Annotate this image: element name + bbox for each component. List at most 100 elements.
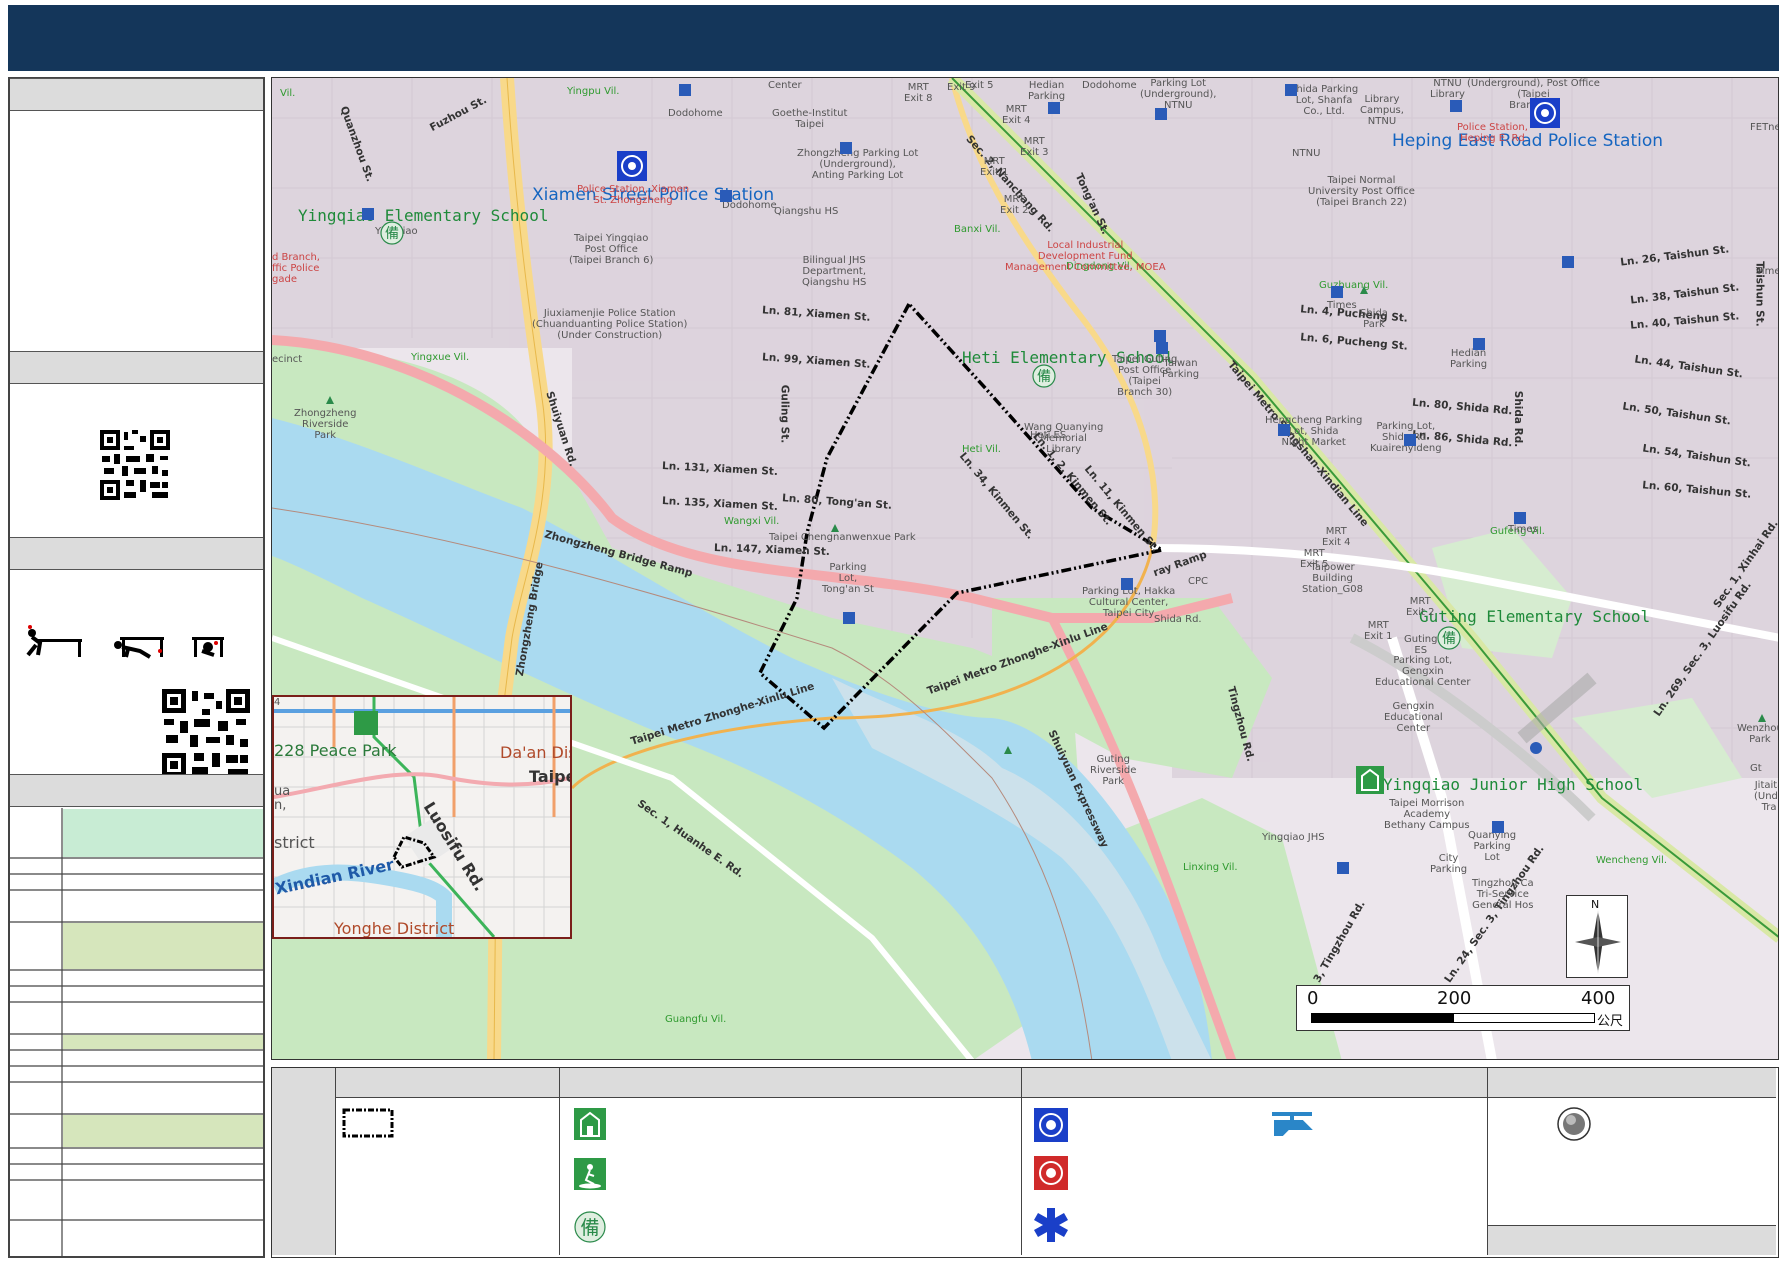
label-police-xiamen-small: Police Station, Xiamen St. Zhongzheng — [577, 184, 690, 206]
label-center: Center — [768, 80, 802, 91]
inset-taipei: Taipei — [529, 767, 570, 786]
label-mrt-exit-4: MRT Exit 4 — [1002, 104, 1031, 126]
legend-footer-cell — [1488, 1225, 1776, 1255]
label-times-1: Times — [1327, 300, 1357, 311]
section-header-1 — [10, 78, 263, 111]
legend-panel: 備 — [271, 1067, 1779, 1258]
label-cpc: CPC — [1188, 576, 1208, 587]
table-cell-olive — [63, 1035, 263, 1049]
label-yingpu: Yingpu Vil. — [567, 86, 620, 97]
inset-corner-label: 4 — [274, 697, 281, 708]
label-times-2: Times — [1756, 266, 1778, 277]
label-banxi: Banxi Vil. — [954, 224, 1001, 235]
legend-col-services — [1022, 1068, 1488, 1255]
label-guting-es: Guting Elementary School — [1419, 607, 1651, 626]
label-vil: Vil. — [280, 88, 296, 99]
label-goethe: Goethe-Institut Taipei — [772, 108, 848, 130]
inset-daan: Da'an Dis — [500, 743, 572, 762]
label-mrt-exit-8: MRT Exit 8 — [904, 82, 933, 104]
label-mrt-exit-1: MRT Exit 1 — [980, 156, 1009, 178]
label-branch: d Branch, ffic Police gade — [272, 252, 320, 285]
label-local-industrial: Local Industrial Development Fund Manage… — [1005, 240, 1166, 273]
section-header-2 — [10, 351, 263, 384]
label-mrt-g-exit4: MRT Exit 4 — [1322, 526, 1351, 548]
label-yingqiao-jhs-small: Yingqiao JHS — [1262, 832, 1325, 843]
label-parking-under: Parking Lot (Underground), NTNU — [1140, 78, 1217, 111]
qr-code-icon[interactable] — [10, 385, 263, 537]
label-library: Library Campus, NTNU — [1360, 94, 1404, 127]
safety-section — [10, 571, 263, 777]
label-shida-park: Shida Park — [1360, 308, 1388, 330]
inset-peace-park: 228 Peace Park — [274, 741, 397, 760]
qr-code-2-icon[interactable] — [162, 689, 250, 777]
label-ntnu-lib: NTNU Library — [1430, 78, 1465, 100]
label-ntnu: NTNU — [1292, 148, 1321, 159]
shelter-building-legend-icon — [574, 1108, 606, 1140]
label-post-office-tr: (Underground), Post Office (Taipei Branc… — [1467, 78, 1600, 111]
label-hengcheng: Hengcheng Parking Lot, Shida Night Marke… — [1265, 415, 1363, 448]
table-cell-green — [63, 809, 263, 857]
label-yingqiao-po: Taipei Yingqiao Post Office (Taipei Bran… — [569, 233, 654, 266]
hold-on-icon — [192, 637, 224, 657]
label-zhongzheng-park: Zhongzheng Riverside Park — [294, 408, 357, 441]
label-dodohome-1: Dodohome — [668, 108, 723, 119]
legend-label-cell — [272, 1068, 336, 1255]
duck-under-table-icon — [26, 625, 82, 657]
label-mrt-exit-3: MRT Exit 3 — [1020, 136, 1049, 158]
park-evac-icon — [354, 711, 378, 735]
label-hedian-2: Hedian Parking — [1450, 348, 1488, 370]
label-guting-park: Guting Riverside Park — [1090, 754, 1137, 787]
inset-yonghe: Yonghe District — [334, 919, 455, 938]
north-arrow: N — [1566, 895, 1628, 978]
label-dodohome-3: Dodohome — [1082, 80, 1137, 91]
label-morrison: Taipei Morrison Academy Bethany Campus — [1384, 798, 1470, 831]
svg-text:備: 備 — [580, 1217, 599, 1239]
label-jitai: Jitaita (Unde Tra — [1754, 780, 1778, 813]
helipad-legend-icon — [1272, 1112, 1313, 1136]
contact-table — [10, 808, 263, 1256]
label-shida-parking-2: Parking Lot, Shida Rd. Kuairenyideng — [1370, 421, 1442, 454]
locator-inset-map: 228 Peace Park Da'an Dis Taipei strict u… — [272, 695, 572, 939]
label-taiwan-parking: Taiwan Parking — [1162, 358, 1200, 380]
section-body-1 — [10, 112, 263, 352]
refuge-legend-icon: 備 — [574, 1211, 606, 1243]
label-yingxue: Yingxue Vil. — [411, 352, 470, 363]
label-times-3: Times — [1508, 524, 1538, 535]
inset-ua: ua n, — [274, 784, 291, 813]
label-yingqiao-es: Yingqiao Elementary School — [298, 206, 549, 225]
label-tingzhou-ca: Tingzhou Ca Tri-Service General Hos — [1472, 878, 1534, 911]
section-header-4 — [10, 774, 263, 807]
label-gt: Gt — [1750, 763, 1762, 774]
gathering-point-legend-icon — [1557, 1107, 1591, 1141]
label-wangxi: Wangxi Vil. — [724, 516, 780, 527]
label-shida: Shida Rd. — [1512, 390, 1525, 448]
scale-bar: 0 200 400 公尺 — [1296, 985, 1630, 1031]
label-wencheng: Wencheng Vil. — [1596, 855, 1668, 866]
label-ntnu-po: Taipei Normal University Post Office (Ta… — [1308, 175, 1415, 208]
table-cell-olive — [63, 1115, 263, 1147]
label-yingqiao-small: Yingqiao — [375, 226, 418, 237]
label-jiuxiamen: Jiuxiamenjie Police Station (Chuanduanti… — [532, 308, 688, 341]
boundary-legend-icon — [342, 1108, 394, 1138]
label-gengxin: Parking Lot, Gengxin Educational Center — [1375, 655, 1471, 688]
label-guzhuang: Guzhuang Vil. — [1319, 280, 1389, 291]
left-info-panel — [8, 77, 265, 1258]
label-fetnet: FETnet — [1750, 122, 1778, 133]
police-legend-icon — [1034, 1108, 1068, 1142]
label-linxing: Linxing Vil. — [1183, 862, 1238, 873]
crawl-under-table-icon — [114, 637, 164, 659]
label-zhongzheng-parking: Zhongzheng Parking Lot (Underground), An… — [797, 148, 919, 181]
label-ecinct: ecinct — [272, 354, 303, 365]
map-canvas[interactable]: Xiamen Street Police Station Heping East… — [271, 77, 1779, 1060]
label-quanying: Quanying Parking Lot — [1468, 830, 1517, 863]
label-chengnan: Taipei Chengnanwenxue Park — [769, 532, 916, 543]
fire-station-legend-icon — [1034, 1156, 1068, 1190]
label-mrt-g-exit2: MRT Exit 2 — [1406, 596, 1435, 618]
label-mrt-exit-2: MRT Exit 2 — [1000, 194, 1029, 216]
label-parking-tongan: Parking Lot, Tong'an St — [822, 562, 874, 595]
legend-col-facilities — [1488, 1068, 1776, 1255]
legend-col-shelters: 備 — [560, 1068, 1022, 1255]
section-header-3 — [10, 537, 263, 570]
label-city-parking: City Parking — [1430, 853, 1468, 875]
label-guting-small: Guting ES — [1404, 634, 1438, 656]
